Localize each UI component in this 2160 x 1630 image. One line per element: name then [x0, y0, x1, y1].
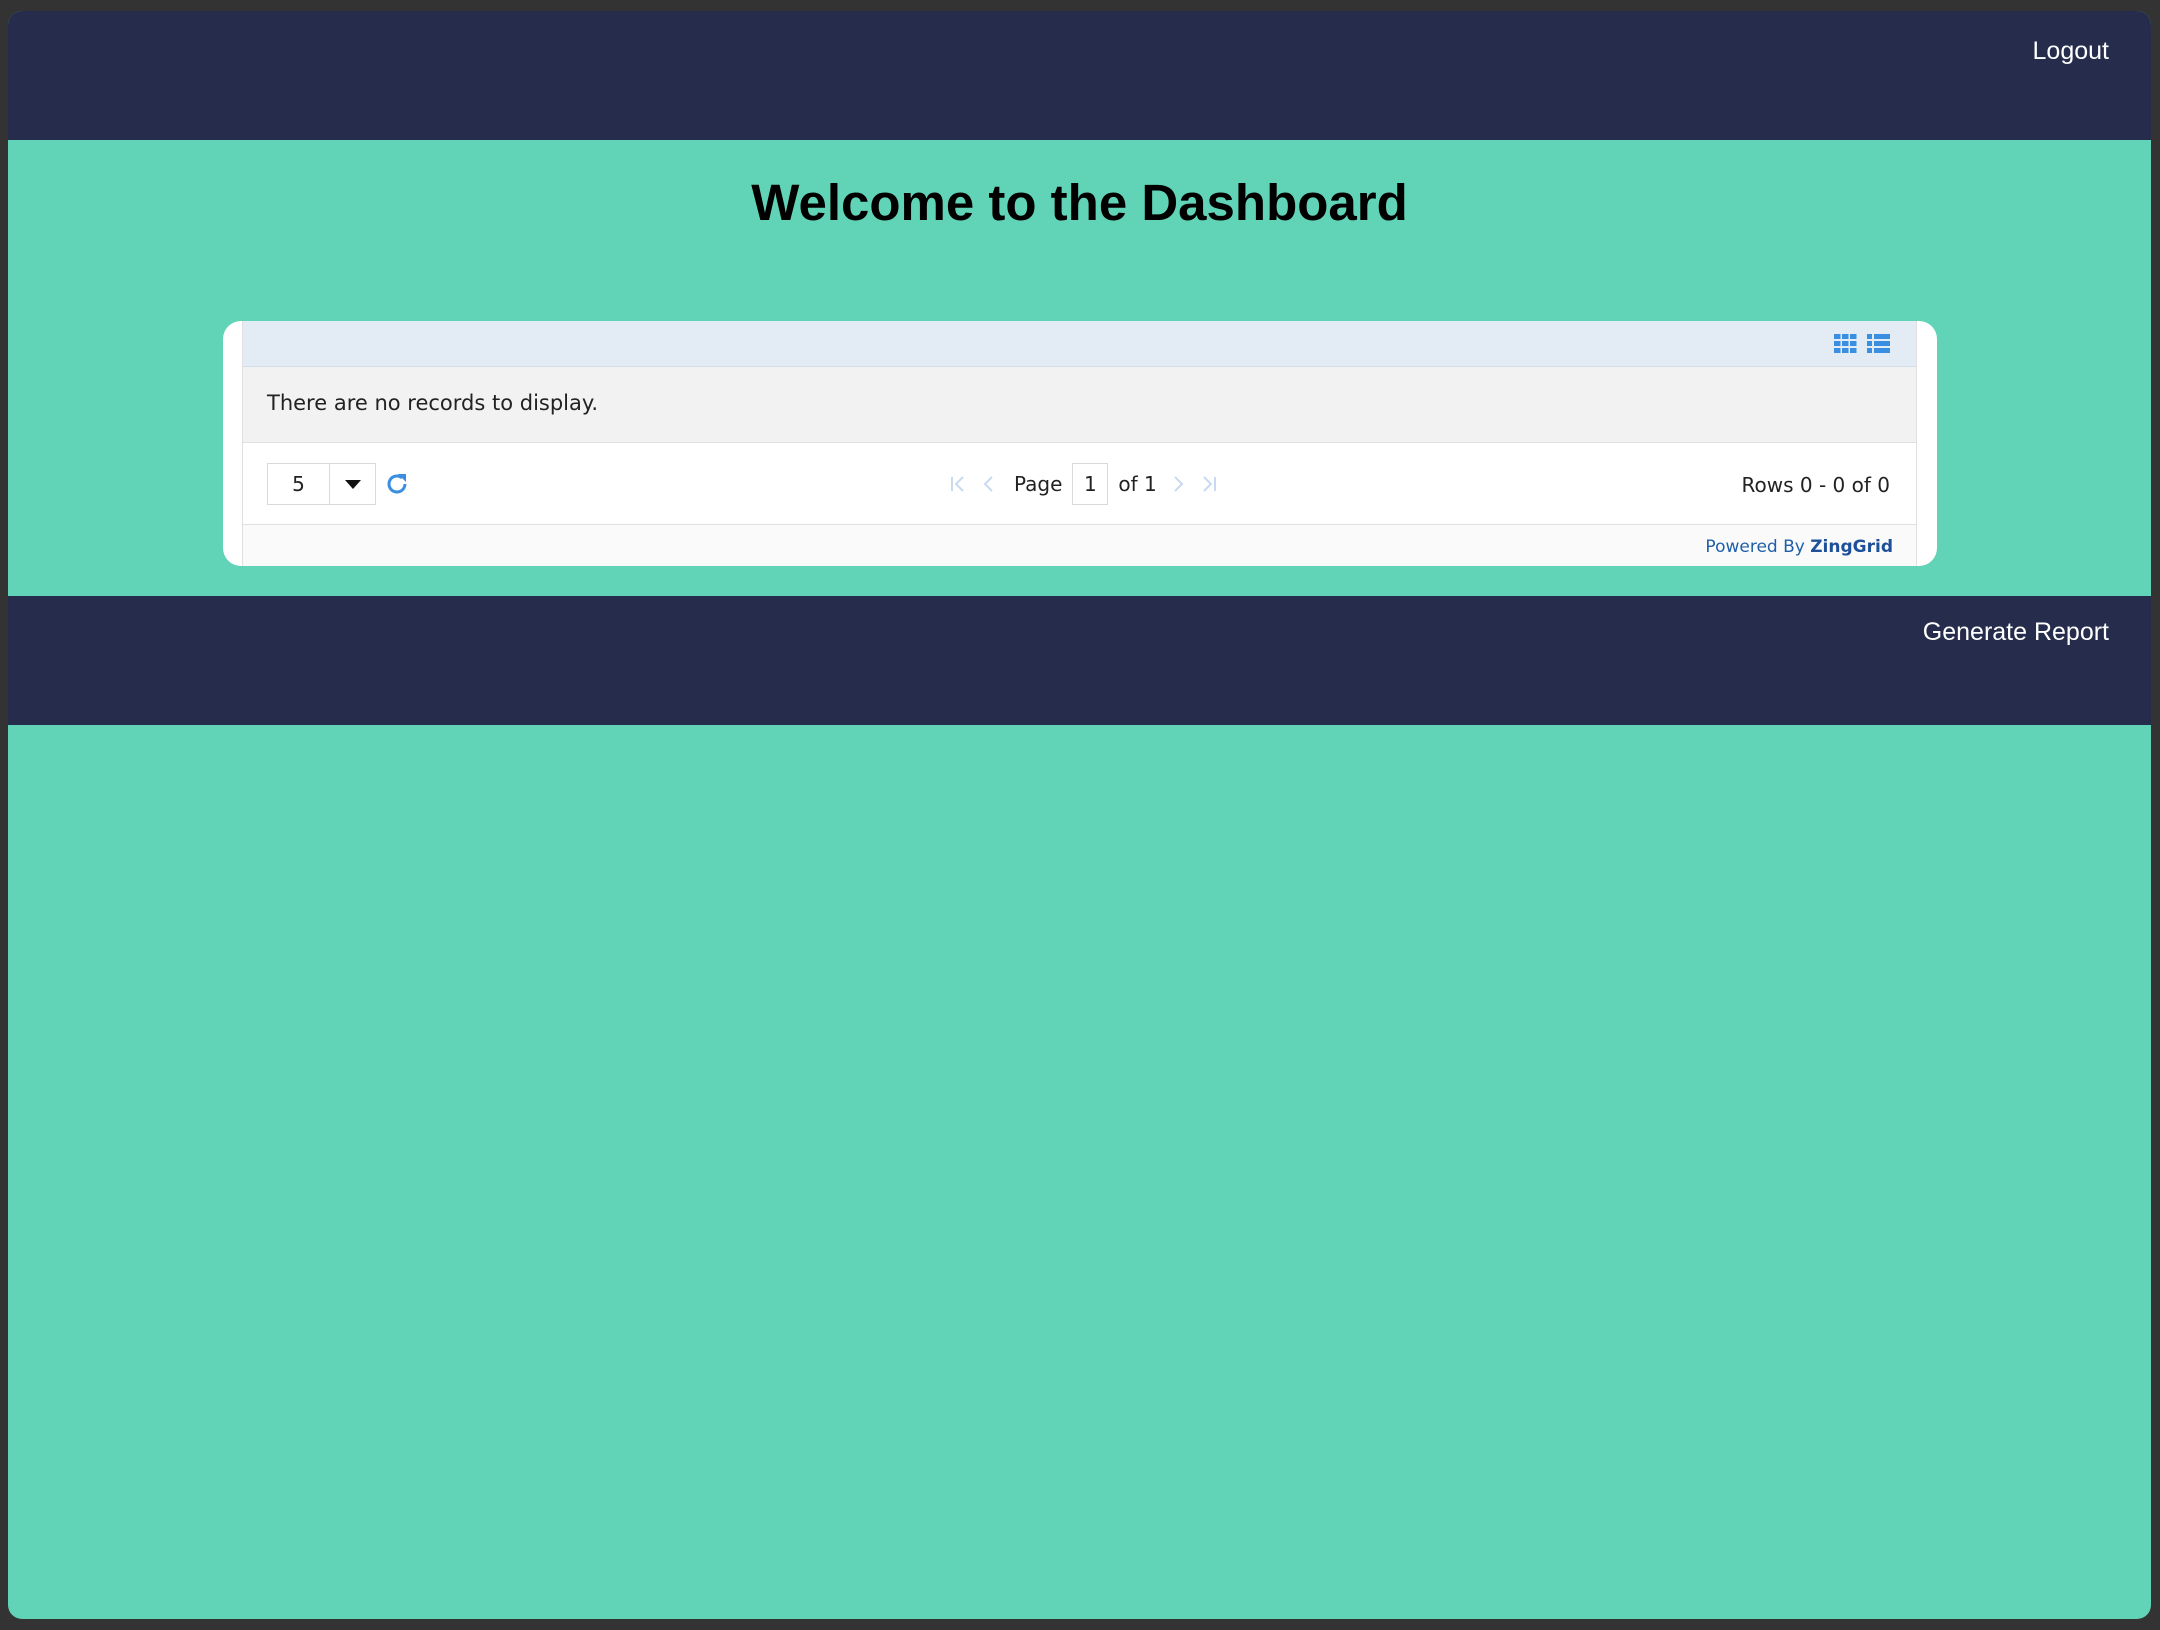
prev-page-icon[interactable]	[978, 473, 1000, 495]
grid-footer: Powered By ZingGrid	[243, 525, 1916, 566]
last-page-icon[interactable]	[1197, 473, 1219, 495]
page-label: Page	[1014, 472, 1063, 496]
grid-view-icon[interactable]	[1834, 333, 1857, 354]
rows-info: Rows 0 - 0 of 0	[1741, 473, 1890, 497]
empty-message: There are no records to display.	[267, 391, 598, 415]
top-navbar: Logout	[8, 11, 2151, 140]
page-size-value: 5	[292, 472, 305, 496]
app-window: Logout Welcome to the Dashboard There ar…	[8, 11, 2151, 1619]
grid-header	[243, 321, 1916, 367]
generate-report-button[interactable]: Generate Report	[1923, 618, 2109, 647]
grid-pager: 5 Page 1 of 1 Rows 0 - 0 of 0	[243, 443, 1916, 525]
grid-card: There are no records to display. 5 Page …	[223, 321, 1937, 566]
page-total-label: of 1	[1118, 472, 1157, 496]
page-navigation: Page of 1	[948, 463, 1227, 505]
logout-button[interactable]: Logout	[2033, 37, 2109, 66]
next-page-icon[interactable]	[1167, 473, 1189, 495]
current-page-input[interactable]	[1072, 463, 1109, 505]
powered-by-brand: ZingGrid	[1810, 537, 1893, 557]
page-title: Welcome to the Dashboard	[751, 174, 1408, 231]
list-view-icon[interactable]	[1867, 333, 1890, 354]
powered-by-prefix: Powered By	[1705, 537, 1805, 557]
refresh-icon[interactable]	[384, 471, 410, 497]
page-size-dropdown-toggle[interactable]	[329, 464, 375, 504]
bottom-navbar: Generate Report	[8, 596, 2151, 725]
view-toggle	[1834, 333, 1890, 354]
first-page-icon[interactable]	[948, 473, 970, 495]
powered-by-link[interactable]: Powered By ZingGrid	[1705, 537, 1893, 557]
caret-down-icon	[345, 480, 361, 489]
data-grid: There are no records to display. 5 Page …	[242, 321, 1917, 566]
page-size-select[interactable]: 5	[267, 463, 376, 505]
empty-records-row: There are no records to display.	[243, 367, 1916, 443]
